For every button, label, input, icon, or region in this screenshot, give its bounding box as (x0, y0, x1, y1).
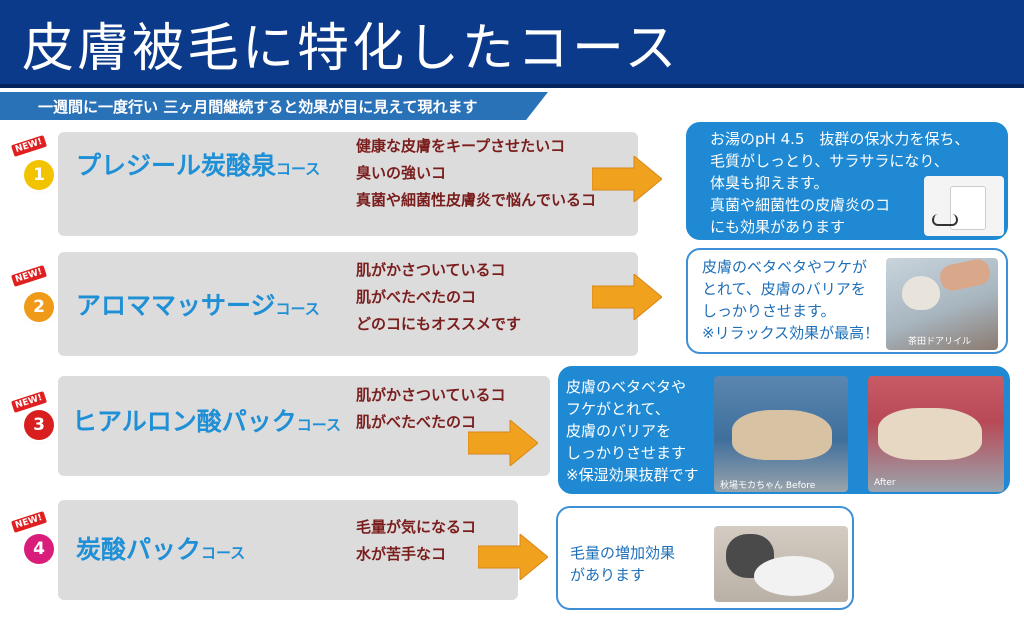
dog-shape (878, 408, 982, 460)
course-name: プレジール炭酸泉コース (76, 146, 320, 182)
subtitle-bar: 一週間に一度行い 三ヶ月間継続すると効果が目に見えて現れます (0, 92, 548, 120)
dog-shape (902, 276, 940, 310)
effect-text: 毛量の増加効果 があります (570, 542, 675, 586)
effect-line: しっかりさせます (566, 444, 687, 462)
new-tag: NEW! (10, 265, 47, 287)
after-caption: After (874, 478, 896, 488)
dog-foam-photo (714, 526, 848, 602)
effect-line: 皮膚のベタベタや (566, 378, 687, 396)
effect-line: 毛量の増加効果 (570, 544, 676, 562)
effect-line: ※リラックス効果が最高！ (702, 324, 880, 342)
symptom-item: 臭いの強いコ (356, 164, 447, 182)
subtitle-text: 一週間に一度行い 三ヶ月間継続すると効果が目に見えて現れます (38, 98, 478, 116)
course-name: 炭酸パックコース (76, 530, 245, 566)
new-tag: NEW! (10, 135, 47, 157)
course-suffix: コース (201, 544, 246, 562)
effect-line: 毛質がしっとり、サラサラになり、 (710, 152, 949, 170)
symptom-item: 肌がかさついているコ (356, 386, 506, 404)
massage-photo: 茶田ドアリイル (886, 258, 998, 350)
effect-text: 皮膚のベタベタやフケが とれて、皮膚のバリアを しっかりさせます。 ※リラックス… (702, 256, 879, 344)
page-title: 皮膚被毛に特化したコース (22, 19, 680, 79)
effect-text: 皮膚のベタベタや フケがとれて、 皮膚のバリアを しっかりさせます ※保湿効果抜… (566, 376, 699, 486)
course-name: アロママッサージコース (76, 286, 320, 322)
device-cable (932, 214, 958, 226)
effect-line: とれて、皮膚のバリアを (702, 280, 866, 298)
effect-line: しっかりさせます。 (702, 302, 836, 320)
effect-box: お湯のpH 4.5 抜群の保水力を保ち、 毛質がしっとり、サラサラになり、 体臭… (686, 122, 1008, 240)
course-name-text: アロママッサージ (76, 291, 276, 320)
symptom-list: 肌がかさついているコ 肌がべたべたのコ どのコにもオススメです (356, 257, 521, 338)
device-photo (924, 176, 1004, 236)
effect-line: があります (570, 566, 646, 584)
course-suffix: コース (276, 160, 321, 178)
course-suffix: コース (296, 416, 342, 434)
foam-shape (754, 556, 834, 596)
symptom-item: 水が苦手なコ (356, 545, 447, 563)
symptom-item: 真菌や細菌性皮膚炎で悩んでいるコ (356, 191, 597, 209)
arrow-right-icon (592, 156, 662, 202)
course-name-text: 炭酸パック (76, 535, 202, 564)
effect-box: 皮膚のベタベタやフケが とれて、皮膚のバリアを しっかりさせます。 ※リラックス… (686, 248, 1008, 354)
course-number-badge: 4 (24, 534, 54, 564)
arrow-right-icon (478, 534, 548, 580)
dog-shape (732, 410, 832, 460)
course-number-badge: 1 (24, 160, 54, 190)
after-photo: After (868, 376, 1004, 492)
symptom-list: 毛量が気になるコ 水が苦手なコ (356, 514, 476, 568)
arrow-right-icon (592, 274, 662, 320)
symptom-item: 毛量が気になるコ (356, 518, 477, 536)
course-name: ヒアルロン酸パックコース (72, 402, 341, 438)
symptom-item: 健康な皮膚をキープさせたいコ (356, 137, 566, 155)
effect-box: 毛量の増加効果 があります (556, 506, 854, 610)
photo-caption: 茶田ドアリイル (908, 337, 972, 347)
effect-line: 皮膚のバリアを (566, 422, 672, 440)
page-header: 皮膚被毛に特化したコース (0, 0, 1024, 88)
course-number-badge: 3 (24, 410, 54, 440)
symptom-item: どのコにもオススメです (356, 315, 522, 333)
course-suffix: コース (275, 300, 320, 318)
symptom-list: 健康な皮膚をキープさせたいコ 臭いの強いコ 真菌や細菌性皮膚炎で悩んでいるコ (356, 133, 596, 214)
effect-line: 皮膚のベタベタやフケが (702, 258, 868, 276)
effect-line: フケがとれて、 (566, 400, 670, 418)
course-number-badge: 2 (24, 292, 54, 322)
symptom-item: 肌がかさついているコ (356, 261, 506, 279)
effect-line: お湯のpH 4.5 抜群の保水力を保ち、 (710, 130, 970, 148)
before-caption: 秋場モカちゃん Before (720, 481, 816, 491)
symptom-item: 肌がべたべたのコ (356, 288, 477, 306)
arrow-right-icon (468, 420, 538, 466)
hand-shape (937, 258, 993, 293)
new-tag: NEW! (10, 511, 47, 533)
effect-line: ※保湿効果抜群です (566, 466, 699, 484)
before-photo: 秋場モカちゃん Before (714, 376, 848, 492)
course-name-text: ヒアルロン酸パック (72, 407, 297, 436)
course-name-text: プレジール炭酸泉 (76, 151, 277, 180)
effect-box: 皮膚のベタベタや フケがとれて、 皮膚のバリアを しっかりさせます ※保湿効果抜… (558, 366, 1010, 494)
